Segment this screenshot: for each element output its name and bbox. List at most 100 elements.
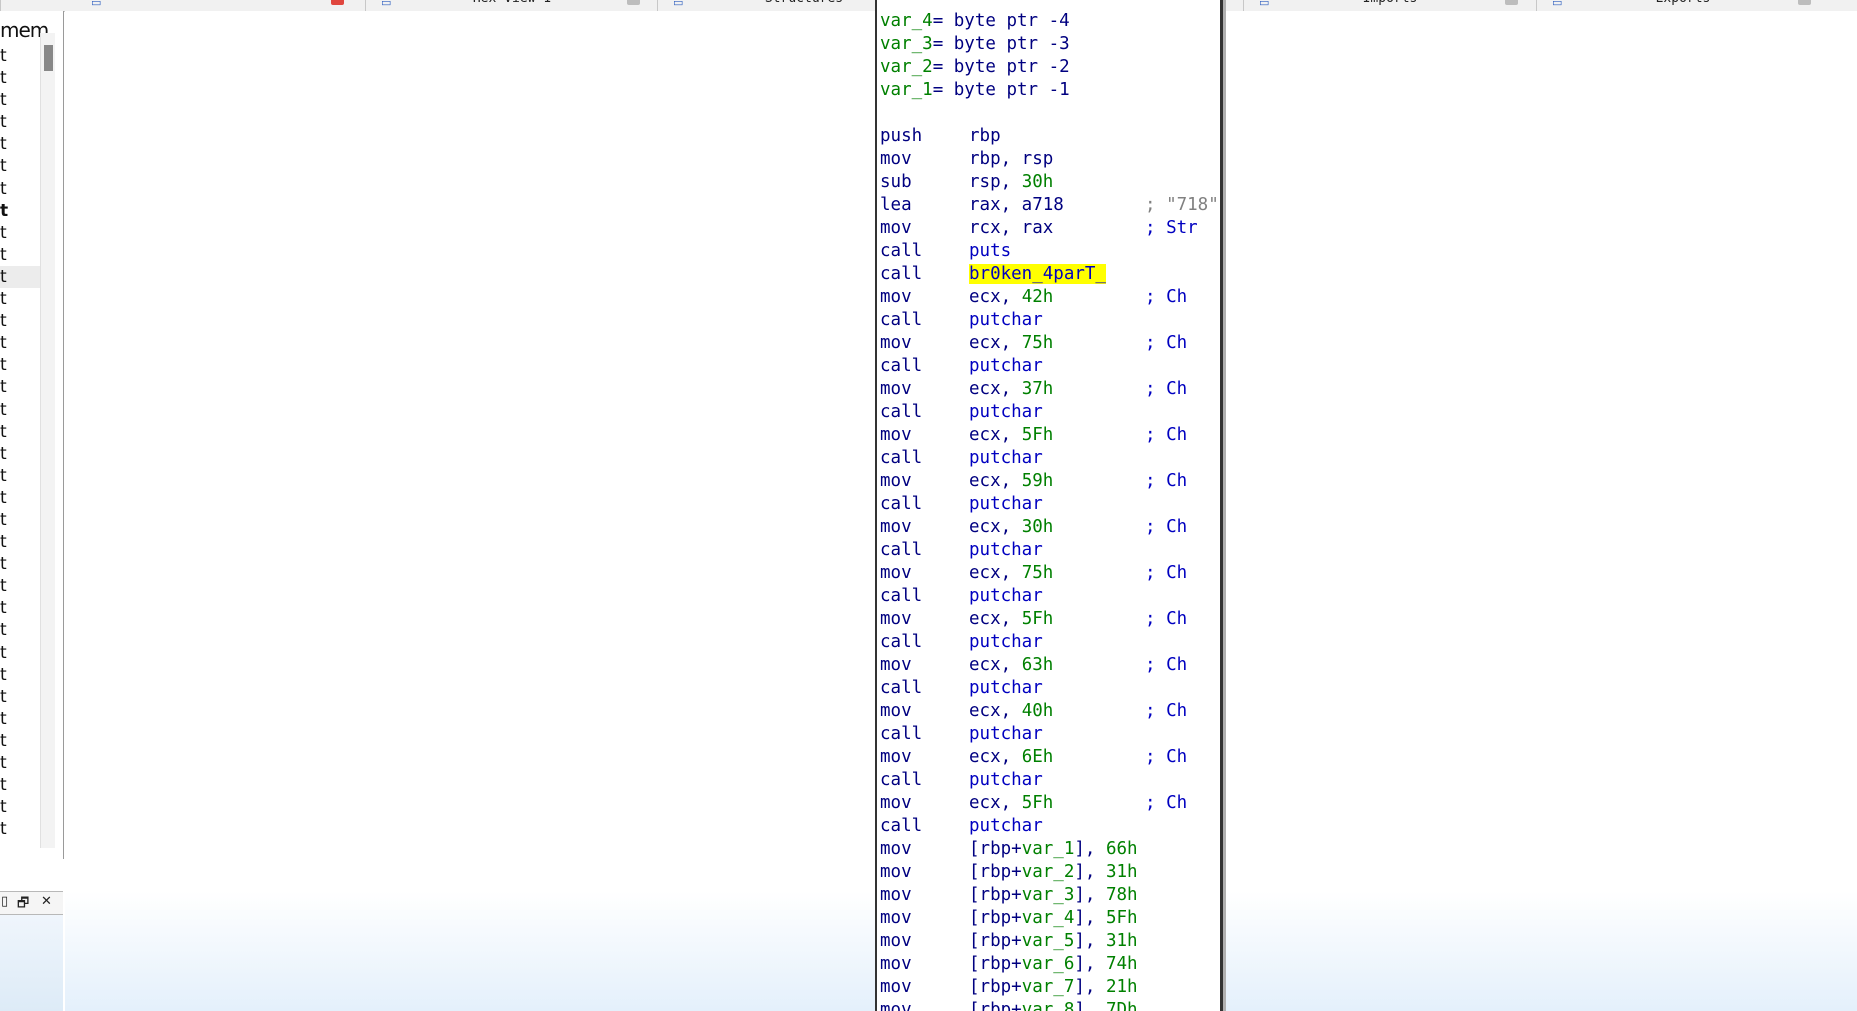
stack-var-name[interactable]: var_4	[880, 11, 933, 31]
panel-menu-icon[interactable]: ▯	[1, 894, 8, 909]
instruction-line[interactable]: call putchar	[880, 769, 1220, 792]
close-icon[interactable]	[1798, 0, 1811, 5]
symbol-ref[interactable]: putchar	[969, 494, 1043, 514]
symbol-ref[interactable]: putchar	[969, 310, 1043, 330]
function-list-item[interactable]: t	[0, 178, 40, 200]
close-icon[interactable]	[331, 0, 344, 5]
tab-blank[interactable]: ▭	[0, 0, 366, 11]
function-list-item[interactable]: t	[0, 111, 40, 133]
float-window-icon[interactable]: 🗗	[17, 894, 29, 916]
instruction-line[interactable]: mov [rbp+var_1], 66h	[880, 838, 1220, 861]
instruction-line[interactable]: call putchar	[880, 815, 1220, 838]
instruction-line[interactable]: mov [rbp+var_7], 21h	[880, 976, 1220, 999]
instruction-line[interactable]: sub rsp, 30h	[880, 171, 1220, 194]
instruction-line[interactable]: lea rax, a718 ; "718"	[880, 194, 1220, 217]
function-list-item[interactable]: t	[0, 222, 40, 244]
instruction-line[interactable]: call putchar	[880, 447, 1220, 470]
instruction-line[interactable]: call putchar	[880, 677, 1220, 700]
symbol-ref[interactable]: putchar	[969, 816, 1043, 836]
instruction-line[interactable]: mov [rbp+var_3], 78h	[880, 884, 1220, 907]
symbol-ref[interactable]: putchar	[969, 586, 1043, 606]
instruction-line[interactable]: mov ecx, 59h ; Ch	[880, 470, 1220, 493]
function-list-item[interactable]: t	[0, 796, 40, 818]
instruction-line[interactable]: call putchar	[880, 309, 1220, 332]
symbol-ref[interactable]: puts	[969, 241, 1011, 261]
highlighted-symbol[interactable]: br0ken_4parT_	[969, 264, 1106, 284]
symbol-ref[interactable]: putchar	[969, 678, 1043, 698]
instruction-line[interactable]: call putchar	[880, 401, 1220, 424]
scrollbar-thumb[interactable]	[44, 45, 53, 71]
function-list-item[interactable]: t	[0, 244, 40, 266]
instruction-line[interactable]: push rbp	[880, 125, 1220, 148]
instruction-line[interactable]: mov ecx, 5Fh ; Ch	[880, 608, 1220, 631]
instruction-line[interactable]: mov ecx, 30h ; Ch	[880, 516, 1220, 539]
function-list-item[interactable]: t	[0, 332, 40, 354]
functions-scrollbar[interactable]	[40, 33, 55, 848]
stack-var-line[interactable]: var_4= byte ptr -4	[880, 10, 1220, 33]
symbol-ref[interactable]: putchar	[969, 632, 1043, 652]
instruction-line[interactable]: mov ecx, 75h ; Ch	[880, 562, 1220, 585]
function-list-item[interactable]: t	[0, 575, 40, 597]
function-list-item[interactable]: t	[0, 376, 40, 398]
symbol-ref[interactable]: putchar	[969, 356, 1043, 376]
instruction-line[interactable]: mov rbp, rsp	[880, 148, 1220, 171]
function-list-item[interactable]: t	[0, 67, 40, 89]
close-icon[interactable]	[627, 0, 640, 5]
stack-var-name[interactable]: var_3	[880, 34, 933, 54]
function-list-item[interactable]: t	[0, 45, 40, 67]
instruction-line[interactable]: mov ecx, 5Fh ; Ch	[880, 792, 1220, 815]
instruction-line[interactable]: call putchar	[880, 585, 1220, 608]
function-list-item[interactable]: t	[0, 664, 40, 686]
stack-var-line[interactable]: var_2= byte ptr -2	[880, 56, 1220, 79]
function-list-item[interactable]: t	[0, 619, 40, 641]
instruction-line[interactable]: call putchar	[880, 355, 1220, 378]
close-icon[interactable]: ✕	[41, 894, 52, 909]
stack-var-line[interactable]: var_1= byte ptr -1	[880, 79, 1220, 102]
symbol-ref[interactable]: putchar	[969, 402, 1043, 422]
instruction-line[interactable]: mov ecx, 42h ; Ch	[880, 286, 1220, 309]
instruction-line[interactable]: mov ecx, 63h ; Ch	[880, 654, 1220, 677]
function-list-item[interactable]: t	[0, 354, 40, 376]
instruction-line[interactable]: call br0ken_4parT_	[880, 263, 1220, 286]
tab-hex-view-1[interactable]: ▭Hex View-1	[365, 0, 658, 11]
instruction-line[interactable]: mov rcx, rax ; Str	[880, 217, 1220, 240]
function-list-item[interactable]: t	[0, 774, 40, 796]
instruction-line[interactable]: mov [rbp+var_4], 5Fh	[880, 907, 1220, 930]
function-list-item[interactable]: t	[0, 553, 40, 575]
function-list-item[interactable]: t	[0, 487, 40, 509]
function-list-item[interactable]: t	[0, 265, 40, 289]
instruction-line[interactable]: call putchar	[880, 631, 1220, 654]
symbol-ref[interactable]: putchar	[969, 770, 1043, 790]
instruction-line[interactable]: call putchar	[880, 539, 1220, 562]
instruction-line[interactable]: call putchar	[880, 723, 1220, 746]
function-list-item[interactable]: t	[0, 155, 40, 177]
instruction-line[interactable]: mov ecx, 75h ; Ch	[880, 332, 1220, 355]
function-list-item[interactable]: t	[0, 818, 40, 840]
function-list-item[interactable]: t	[0, 509, 40, 531]
instruction-line[interactable]: mov ecx, 40h ; Ch	[880, 700, 1220, 723]
function-list-item[interactable]: t	[0, 752, 40, 774]
stack-var-line[interactable]: var_3= byte ptr -3	[880, 33, 1220, 56]
function-list-item[interactable]: t	[0, 531, 40, 553]
instruction-line[interactable]: mov [rbp+var_5], 31h	[880, 930, 1220, 953]
function-list-item[interactable]: t	[0, 399, 40, 421]
symbol-ref[interactable]: putchar	[969, 540, 1043, 560]
instruction-line[interactable]: mov ecx, 5Fh ; Ch	[880, 424, 1220, 447]
instruction-line[interactable]: call puts	[880, 240, 1220, 263]
instruction-line[interactable]: mov [rbp+var_2], 31h	[880, 861, 1220, 884]
close-icon[interactable]	[1505, 0, 1518, 5]
disassembly-node[interactable]: var_4= byte ptr -4 var_3= byte ptr -3 var_…	[875, 0, 1223, 1011]
symbol-ref[interactable]: putchar	[969, 448, 1043, 468]
instruction-line[interactable]: call putchar	[880, 493, 1220, 516]
function-list-item[interactable]: t	[0, 597, 40, 619]
function-list-item[interactable]: t	[0, 465, 40, 487]
function-list-item[interactable]: t	[0, 642, 40, 664]
function-list-item[interactable]: t	[0, 200, 40, 222]
tab-imports[interactable]: ▭Imports	[1243, 0, 1536, 11]
function-list-item[interactable]: t	[0, 708, 40, 730]
instruction-line[interactable]: mov ecx, 6Eh ; Ch	[880, 746, 1220, 769]
function-list-item[interactable]: t	[0, 730, 40, 752]
function-list-item[interactable]: t	[0, 686, 40, 708]
function-list-item[interactable]: t	[0, 288, 40, 310]
function-list-item[interactable]: t	[0, 443, 40, 465]
